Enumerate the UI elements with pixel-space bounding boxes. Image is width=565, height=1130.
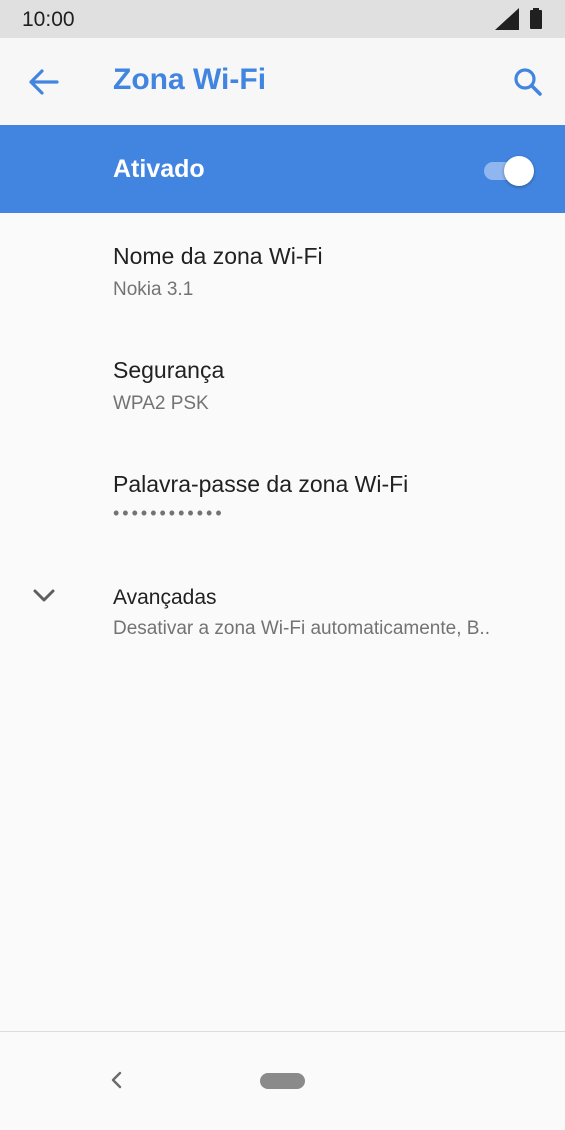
- back-button[interactable]: [22, 62, 66, 102]
- security-item[interactable]: Segurança WPA2 PSK: [0, 327, 565, 439]
- toggle-thumb: [504, 156, 534, 186]
- item-title: Nome da zona Wi-Fi: [113, 243, 323, 269]
- chevron-down-icon: [33, 589, 55, 602]
- hotspot-toggle[interactable]: [484, 154, 536, 186]
- battery-icon: [530, 8, 542, 29]
- navigation-bar: [0, 1032, 565, 1130]
- item-title: Segurança: [113, 357, 225, 383]
- home-pill-icon[interactable]: [260, 1073, 305, 1089]
- status-time: 10:00: [22, 8, 75, 31]
- password-dots: ••••••••••••: [113, 503, 225, 523]
- search-button[interactable]: [506, 62, 550, 102]
- nav-back-button[interactable]: [102, 1065, 130, 1095]
- item-summary: WPA2 PSK: [113, 393, 209, 414]
- chevron-left-icon: [111, 1071, 122, 1089]
- page-title: Zona Wi-Fi: [113, 63, 267, 96]
- search-icon: [514, 68, 542, 96]
- app-bar: Zona Wi-Fi: [0, 38, 565, 125]
- arrow-left-icon: [29, 69, 59, 95]
- hotspot-password-item[interactable]: Palavra-passe da zona Wi-Fi ••••••••••••: [0, 441, 565, 553]
- hotspot-name-item[interactable]: Nome da zona Wi-Fi Nokia 3.1: [0, 213, 565, 325]
- signal-icon: [495, 8, 519, 30]
- item-summary: Desativar a zona Wi-Fi automaticamente, …: [113, 618, 490, 639]
- switch-label: Ativado: [113, 155, 205, 183]
- item-summary: Nokia 3.1: [113, 279, 194, 300]
- item-title: Avançadas: [113, 586, 217, 609]
- item-title: Palavra-passe da zona Wi-Fi: [113, 471, 409, 497]
- status-bar: 10:00: [0, 0, 565, 38]
- screen: 10:00 Zona Wi-Fi Ativado Nome da zona Wi…: [0, 0, 565, 1130]
- advanced-item[interactable]: Avançadas Desativar a zona Wi-Fi automat…: [0, 555, 565, 667]
- hotspot-switch-bar[interactable]: Ativado: [0, 125, 565, 213]
